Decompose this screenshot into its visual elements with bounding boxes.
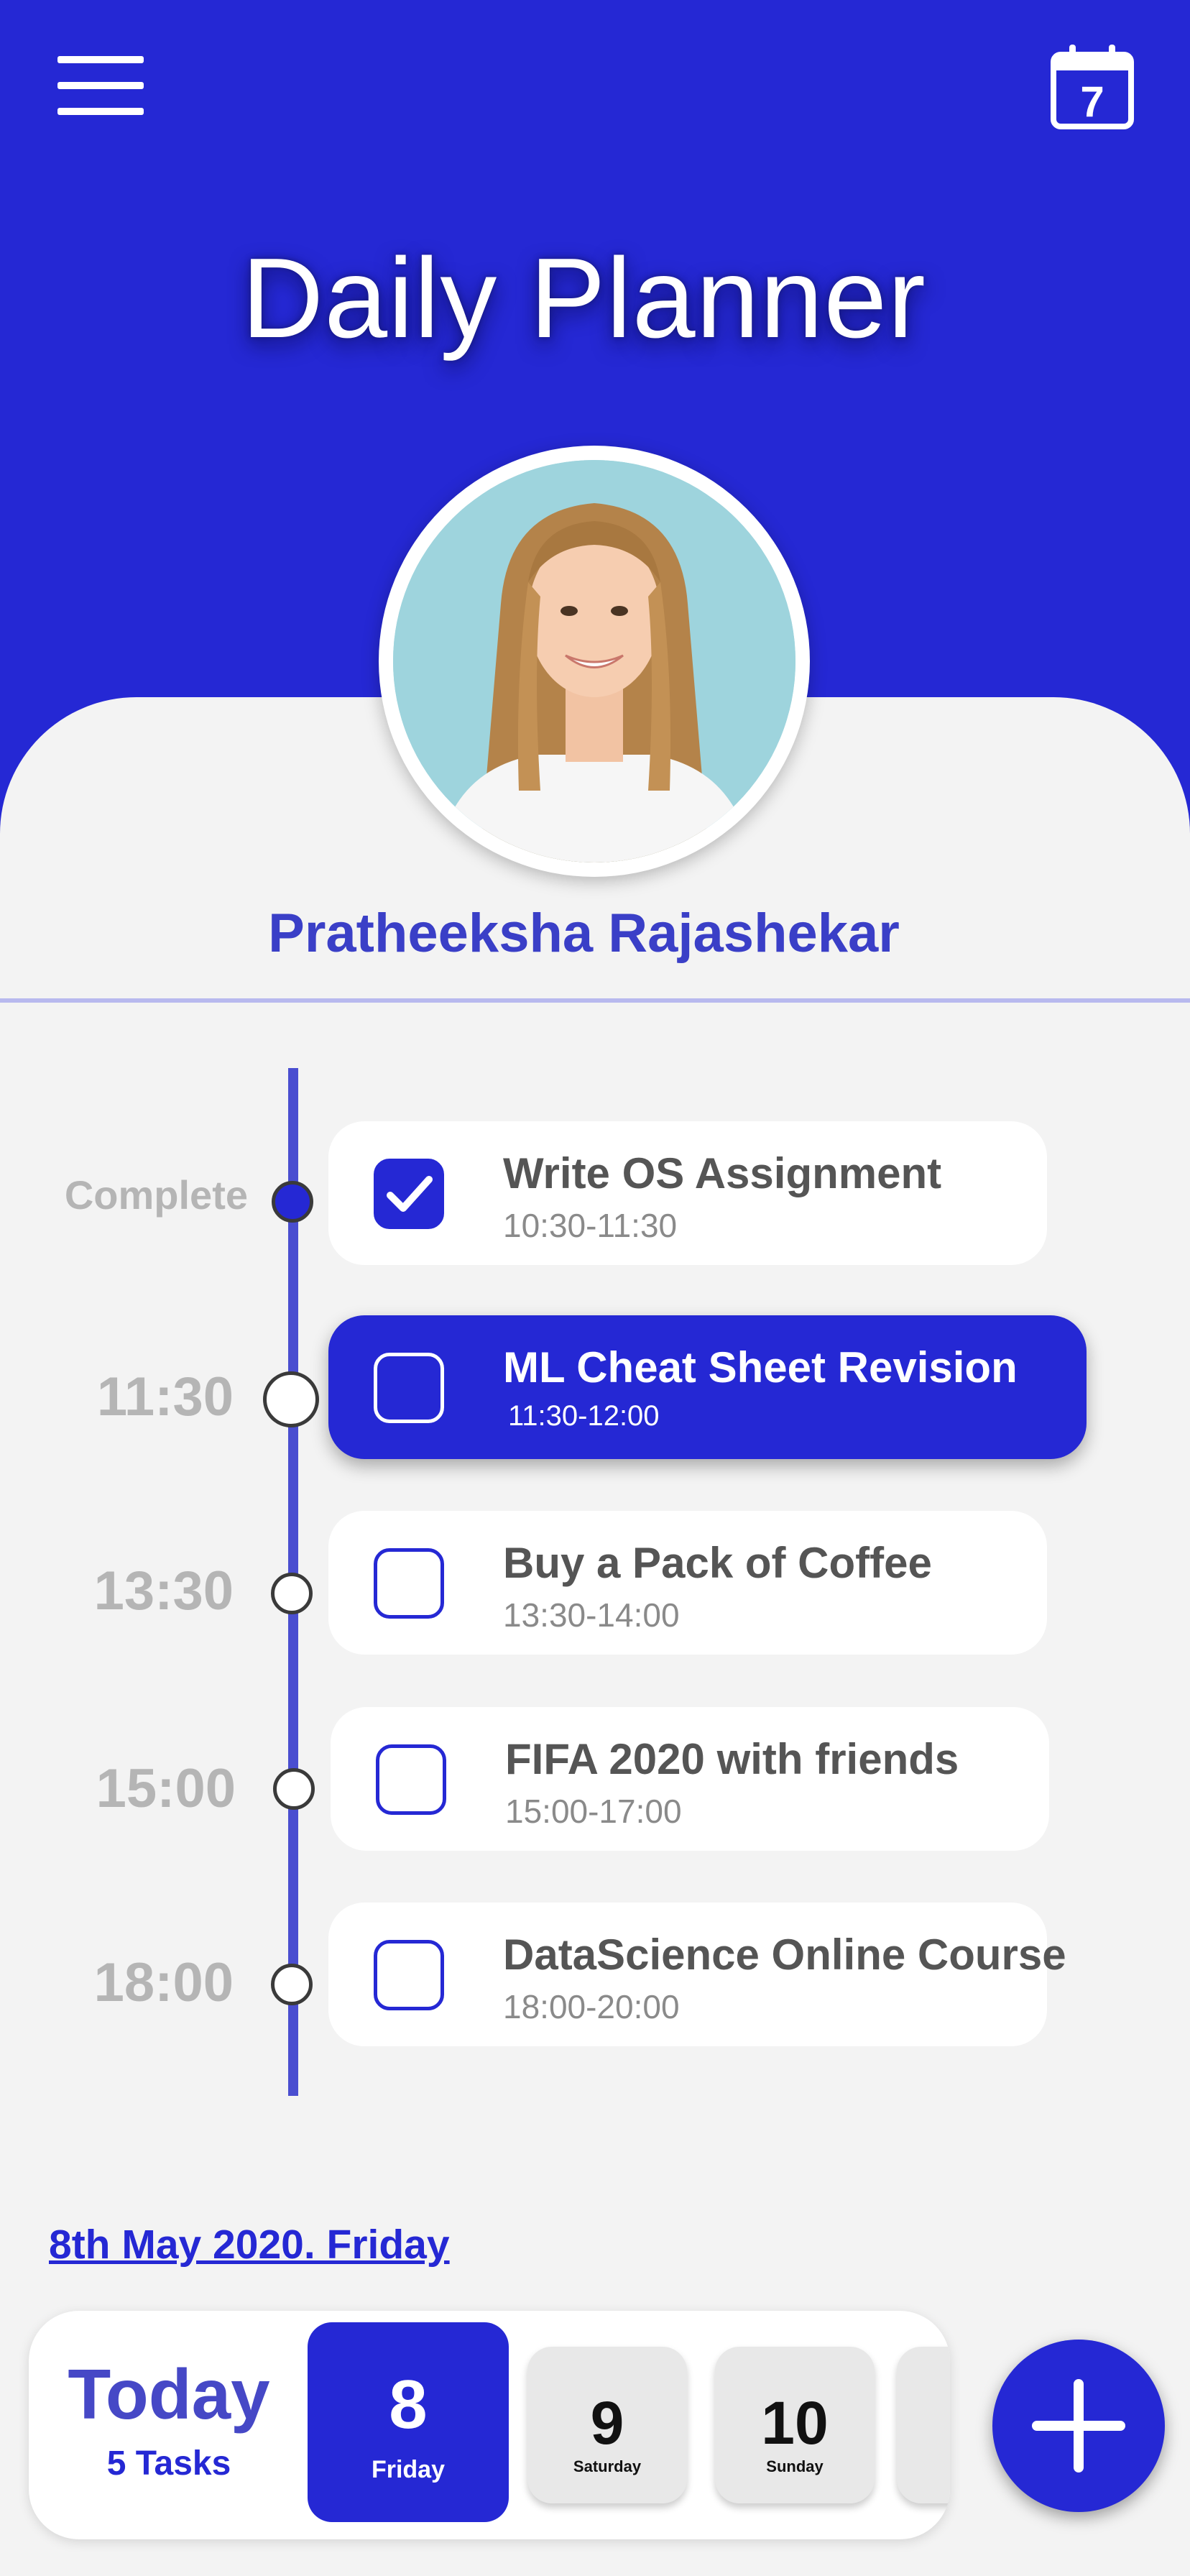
task-count: 5 Tasks bbox=[106, 2444, 231, 2483]
time-label: 15:00 bbox=[96, 1758, 236, 1819]
day-chip[interactable]: 10 Sunday bbox=[715, 2347, 875, 2503]
day-chip[interactable]: 9 Saturday bbox=[527, 2347, 687, 2503]
task-checkbox-checked[interactable] bbox=[374, 1159, 444, 1229]
date-selector: Today 5 Tasks 8 Friday 9 Saturday 10 Sun… bbox=[29, 2311, 950, 2539]
task-title: ML Cheat Sheet Revision bbox=[503, 1343, 1018, 1392]
day-number: 8 bbox=[389, 2366, 428, 2443]
timeline-dot bbox=[271, 1573, 313, 1614]
calendar-icon-day: 7 bbox=[1080, 78, 1104, 126]
profile-name: Pratheeksha Rajashekar bbox=[268, 903, 900, 964]
time-label: 13:30 bbox=[93, 1560, 234, 1622]
time-label: 11:30 bbox=[96, 1366, 234, 1427]
task-title: DataScience Online Course bbox=[503, 1931, 1066, 1979]
day-chip-selected[interactable]: 8 Friday bbox=[308, 2322, 509, 2522]
task-time: 18:00-20:00 bbox=[503, 1988, 680, 2025]
task-checkbox[interactable] bbox=[374, 1548, 444, 1619]
task-card[interactable]: Write OS Assignment 10:30-11:30 bbox=[328, 1121, 1047, 1265]
time-label-complete: Complete bbox=[64, 1172, 248, 1218]
task-time: 10:30-11:30 bbox=[503, 1207, 678, 1244]
avatar-frame bbox=[379, 446, 810, 877]
page-title: Daily Planner bbox=[241, 235, 926, 362]
task-time: 11:30-12:00 bbox=[508, 1400, 660, 1432]
checkmark-icon bbox=[387, 1176, 433, 1212]
menu-icon[interactable] bbox=[57, 56, 144, 115]
task-time: 13:30-14:00 bbox=[503, 1596, 680, 1634]
plus-icon bbox=[1032, 2379, 1125, 2472]
task-card-active[interactable]: ML Cheat Sheet Revision 11:30-12:00 bbox=[328, 1315, 1087, 1459]
task-title: FIFA 2020 with friends bbox=[505, 1735, 959, 1783]
add-task-button[interactable] bbox=[992, 2340, 1165, 2512]
date-link[interactable]: 8th May 2020. Friday bbox=[49, 2221, 450, 2268]
timeline-dot bbox=[271, 1964, 313, 2005]
day-chip-partial[interactable] bbox=[897, 2347, 950, 2503]
day-name: Sunday bbox=[766, 2457, 824, 2475]
timeline-dot bbox=[273, 1768, 315, 1810]
task-card[interactable]: FIFA 2020 with friends 15:00-17:00 bbox=[331, 1707, 1049, 1851]
today-label: Today bbox=[68, 2355, 270, 2434]
task-title: Buy a Pack of Coffee bbox=[503, 1539, 932, 1587]
time-label: 18:00 bbox=[93, 1952, 234, 2013]
calendar-icon[interactable]: 7 bbox=[1048, 43, 1137, 132]
task-time: 15:00-17:00 bbox=[505, 1793, 682, 1830]
day-number: 10 bbox=[761, 2389, 829, 2457]
timeline-dot-current bbox=[263, 1371, 319, 1427]
task-card[interactable]: Buy a Pack of Coffee 13:30-14:00 bbox=[328, 1511, 1047, 1655]
day-number: 9 bbox=[590, 2389, 624, 2457]
task-card[interactable]: DataScience Online Course 18:00-20:00 bbox=[328, 1903, 1066, 2046]
task-checkbox[interactable] bbox=[374, 1353, 444, 1423]
timeline-dot-completed bbox=[272, 1181, 313, 1223]
task-checkbox[interactable] bbox=[374, 1940, 444, 2010]
task-checkbox[interactable] bbox=[376, 1744, 446, 1815]
avatar[interactable] bbox=[393, 460, 795, 862]
day-name: Saturday bbox=[573, 2457, 642, 2475]
day-name: Friday bbox=[371, 2456, 446, 2483]
task-title: Write OS Assignment bbox=[503, 1149, 942, 1197]
divider bbox=[0, 998, 1190, 1003]
